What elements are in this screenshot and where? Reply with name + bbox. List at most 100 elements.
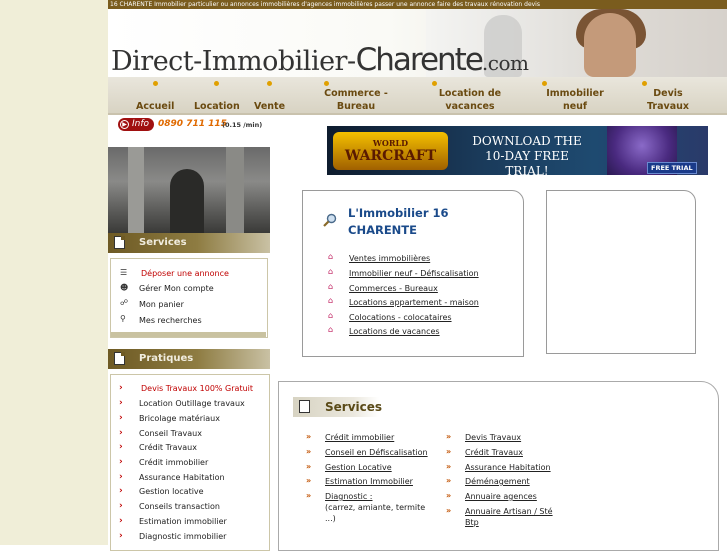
nav-bullet-icon [542,81,547,86]
service-link-continued[interactable]: Btp [465,517,479,528]
list-icon: ☰ [120,268,128,277]
double-chevron-icon: » [446,447,452,456]
service-link[interactable]: Crédit Travaux [465,447,523,458]
double-chevron-icon: » [446,462,452,471]
arrow-icon: › [119,398,123,408]
link-mes-recherches[interactable]: Mes recherches [139,316,202,325]
nav-bullet-icon [152,81,158,86]
info-phone-number: 0890 711 115 [158,119,227,129]
link-pratique[interactable]: Conseil Travaux [139,429,202,438]
info-phone-price: (0.15 /min) [222,121,263,129]
arrow-right-icon: ▶ [120,120,129,129]
arrow-icon: › [119,472,123,482]
info-pill: ▶ Info [118,118,154,131]
house-icon: ⌂ [328,282,334,291]
link-pratique[interactable]: Assurance Habitation [139,473,225,482]
link-pratique[interactable]: Estimation immobilier [139,517,227,526]
service-link[interactable]: Déménagement [465,476,530,487]
double-chevron-icon: » [306,447,312,456]
service-link[interactable]: Devis Travaux [465,432,521,443]
site-logo[interactable]: Direct-Immobilier-Charente.com [111,42,529,77]
building-tower-left [128,147,144,233]
link-mon-panier[interactable]: Mon panier [139,300,184,309]
info-phone-bar[interactable]: ▶ Info 0890 711 115 (0.15 /min) [118,118,263,132]
link-vacances[interactable]: Locations de vacances [349,327,440,336]
document-icon [114,236,125,249]
nav-bullet-icon [214,81,220,86]
services-header: Services [293,397,382,417]
arrow-icon: › [119,531,123,541]
double-chevron-icon: » [446,506,452,515]
service-sub-text: (carrez, amiante, termite [325,503,426,512]
arrow-icon: › [119,442,123,452]
search-icon: ⚲ [120,314,126,323]
link-locations[interactable]: Locations appartement - maison [349,298,479,307]
link-pratique[interactable]: Diagnostic immobilier [139,532,226,541]
double-chevron-icon: » [306,476,312,485]
link-commerces[interactable]: Commerces - Bureaux [349,284,438,293]
arrow-icon: › [119,486,123,496]
double-chevron-icon: » [446,476,452,485]
link-immobilier-neuf[interactable]: Immobilier neuf - Défiscalisation [349,269,479,278]
house-icon: ⌂ [328,267,334,276]
magnifier-icon [323,213,337,227]
house-icon: ⌂ [328,311,334,320]
house-icon: ⌂ [328,252,334,261]
immobilier-main-box: L'Immobilier 16 CHARENTE ⌂ Ventes immobi… [302,190,524,357]
arrow-icon: › [119,457,123,467]
link-pratique[interactable]: Bricolage matériaux [139,414,220,423]
left-services-header: Services [108,233,270,253]
service-link[interactable]: Estimation Immobilier [325,476,413,487]
double-chevron-icon: » [446,491,452,500]
service-link[interactable]: Conseil en Défiscalisation [325,447,428,458]
nav-accueil[interactable]: Accueil [136,81,174,113]
link-deposer-annonce[interactable]: Déposer une annonce [141,269,229,278]
link-pratique[interactable]: Conseils transaction [139,502,220,511]
logo-part1: Direct-Immobilier- [111,46,356,77]
service-link[interactable]: Assurance Habitation [465,462,551,473]
top-seo-bar: 16 CHARENTE Immobilier particulier ou an… [108,0,727,9]
double-chevron-icon: » [306,432,312,441]
link-pratique[interactable]: Location Outillage travaux [139,399,245,408]
ad-banner-warcraft[interactable]: WORLD WARCRAFT DOWNLOAD THE 10-DAY FREE … [327,126,708,175]
left-pratiques-box: › Devis Travaux 100% Gratuit › Location … [110,374,270,551]
document-icon [299,400,310,413]
nav-bullet-icon [642,81,647,86]
nav-location[interactable]: Location [194,81,240,113]
nav-devis-travaux[interactable]: Devis Travaux [640,81,696,113]
service-link[interactable]: Annuaire agences [465,491,537,502]
link-gerer-compte[interactable]: Gérer Mon compte [139,284,214,293]
nav-bullet-icon [267,81,273,86]
service-link[interactable]: Annuaire Artisan / Sté [465,506,553,517]
building-photo [108,147,270,233]
document-icon [114,352,125,365]
nav-immobilier-neuf[interactable]: Immobilier neuf [540,81,610,113]
link-pratique[interactable]: Devis Travaux 100% Gratuit [141,384,253,393]
nav-vente[interactable]: Vente [254,81,285,113]
services-box: Services » Crédit immobilier » Conseil e… [278,381,719,551]
user-icon: ☻ [120,283,129,292]
nav-commerce-bureau[interactable]: Commerce - Bureau [322,81,390,113]
link-ventes[interactable]: Ventes immobilières [349,254,430,263]
link-pratique[interactable]: Crédit Travaux [139,443,197,452]
service-link[interactable]: Diagnostic : [325,491,373,502]
arrow-icon: › [119,413,123,423]
link-pratique[interactable]: Gestion locative [139,487,204,496]
link-colocations[interactable]: Colocations - colocataires [349,313,452,322]
header-photo-woman [584,13,636,77]
double-chevron-icon: » [446,432,452,441]
nav-location-vacances[interactable]: Location de vacances [430,81,510,113]
banner-cta: DOWNLOAD THE 10-DAY FREE TRIAL! [472,134,582,175]
right-empty-box [546,190,696,354]
horizontal-scrollbar[interactable] [111,332,266,337]
building-arch [170,169,204,233]
arrow-icon: › [119,501,123,511]
service-link[interactable]: Crédit immobilier [325,432,394,443]
service-link[interactable]: Gestion Locative [325,462,392,473]
link-pratique[interactable]: Crédit immobilier [139,458,208,467]
nav-bullet-icon [324,81,329,86]
left-services-box: ☰ Déposer une annonce ☻ Gérer Mon compte… [110,258,268,338]
house-icon: ⌂ [328,325,334,334]
arrow-icon: › [119,383,123,393]
main-nav: Accueil Location Vente Commerce - Bureau … [108,77,727,115]
